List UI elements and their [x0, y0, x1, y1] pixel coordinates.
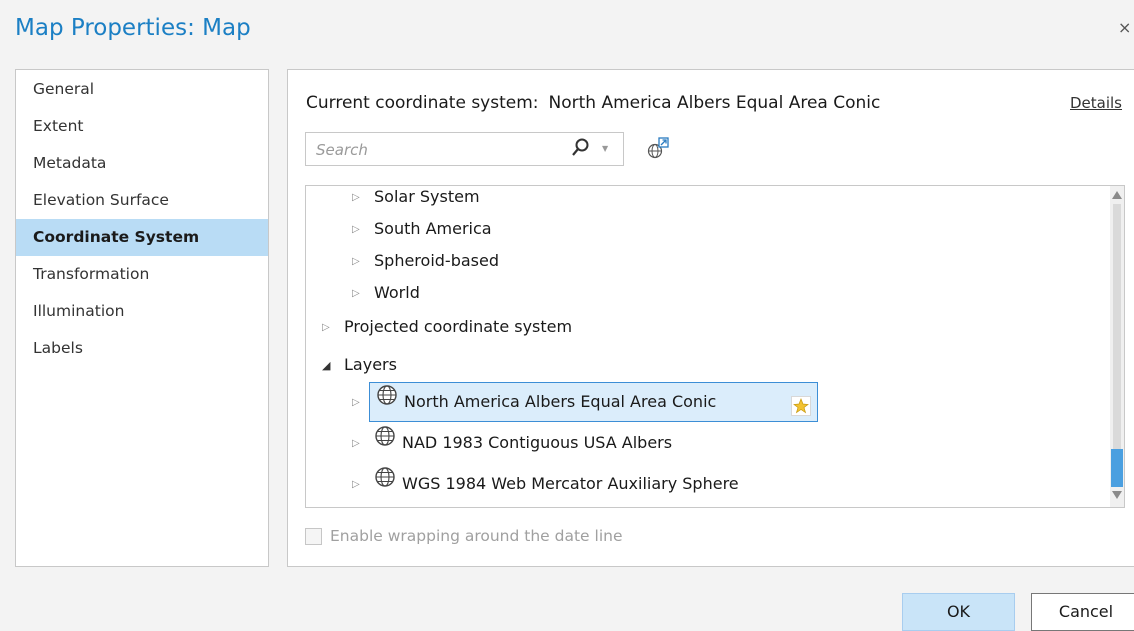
- sidebar-item-transformation[interactable]: Transformation: [16, 256, 268, 293]
- sidebar: General Extent Metadata Elevation Surfac…: [15, 69, 269, 567]
- close-icon[interactable]: ×: [1118, 18, 1131, 37]
- sidebar-item-elevation-surface[interactable]: Elevation Surface: [16, 182, 268, 219]
- sidebar-item-coordinate-system[interactable]: Coordinate System: [16, 219, 268, 256]
- current-coordinate-system: Current coordinate system: North America …: [306, 93, 880, 113]
- search-box: ▼: [305, 132, 624, 166]
- tree-node-north-america-albers[interactable]: North America Albers Equal Area Conic: [369, 382, 818, 422]
- search-input[interactable]: [314, 139, 568, 161]
- add-coordinate-system-icon[interactable]: [647, 136, 671, 164]
- ok-button[interactable]: OK: [902, 593, 1015, 631]
- favorite-star-icon[interactable]: [791, 392, 811, 430]
- globe-icon: [376, 382, 398, 420]
- expand-icon[interactable]: ▷: [352, 186, 374, 215]
- expand-icon[interactable]: ▷: [352, 213, 374, 247]
- sidebar-item-general[interactable]: General: [16, 71, 268, 108]
- tree-node-south-america[interactable]: ▷ South America: [352, 212, 492, 246]
- wrap-date-line-label: Enable wrapping around the date line: [330, 527, 623, 545]
- chevron-down-icon[interactable]: ▼: [602, 144, 608, 153]
- expand-icon[interactable]: ▷: [352, 245, 374, 279]
- tree-node-world[interactable]: ▷ World: [352, 276, 420, 310]
- expand-icon[interactable]: ▷: [352, 277, 374, 311]
- expand-icon[interactable]: ▷: [322, 311, 344, 345]
- expand-icon[interactable]: ▷: [352, 468, 374, 502]
- sidebar-item-metadata[interactable]: Metadata: [16, 145, 268, 182]
- vertical-scrollbar[interactable]: [1110, 186, 1124, 507]
- scroll-down-icon[interactable]: [1112, 491, 1122, 499]
- current-cs-label: Current coordinate system:: [306, 93, 539, 113]
- sidebar-item-extent[interactable]: Extent: [16, 108, 268, 145]
- cancel-button[interactable]: Cancel: [1031, 593, 1134, 631]
- coordinate-system-panel: Current coordinate system: North America …: [287, 69, 1134, 567]
- tree-node-solar-system[interactable]: ▷ Solar System: [352, 186, 480, 215]
- wrap-date-line-checkbox[interactable]: [305, 528, 322, 545]
- sidebar-item-labels[interactable]: Labels: [16, 330, 268, 367]
- tree-node-spheroid-based[interactable]: ▷ Spheroid-based: [352, 244, 499, 278]
- collapse-icon[interactable]: ◢: [322, 349, 344, 383]
- tree-node-layers[interactable]: ◢ Layers: [322, 348, 397, 382]
- tree-node-nad-1983[interactable]: ▷ NAD 1983 Contiguous USA Albers: [352, 426, 672, 460]
- scroll-thumb[interactable]: [1111, 449, 1123, 487]
- wrap-date-line-option: Enable wrapping around the date line: [305, 527, 623, 545]
- tree-node-wgs-1984[interactable]: ▷ WGS 1984 Web Mercator Auxiliary Sphere: [352, 467, 739, 501]
- coordinate-system-tree: ▷ Solar System ▷ South America ▷ Spheroid-b…: [305, 185, 1125, 508]
- dialog-title: Map Properties: Map: [15, 15, 251, 41]
- current-cs-value: North America Albers Equal Area Conic: [548, 93, 881, 113]
- tree-node-projected-coordinate-system[interactable]: ▷ Projected coordinate system: [322, 310, 572, 344]
- details-link[interactable]: Details: [1070, 94, 1122, 112]
- scroll-track[interactable]: [1113, 204, 1121, 449]
- globe-icon: [374, 425, 396, 459]
- search-icon[interactable]: [571, 137, 591, 163]
- expand-icon[interactable]: ▷: [352, 427, 374, 461]
- sidebar-item-illumination[interactable]: Illumination: [16, 293, 268, 330]
- scroll-up-icon[interactable]: [1112, 191, 1122, 199]
- globe-icon: [374, 466, 396, 500]
